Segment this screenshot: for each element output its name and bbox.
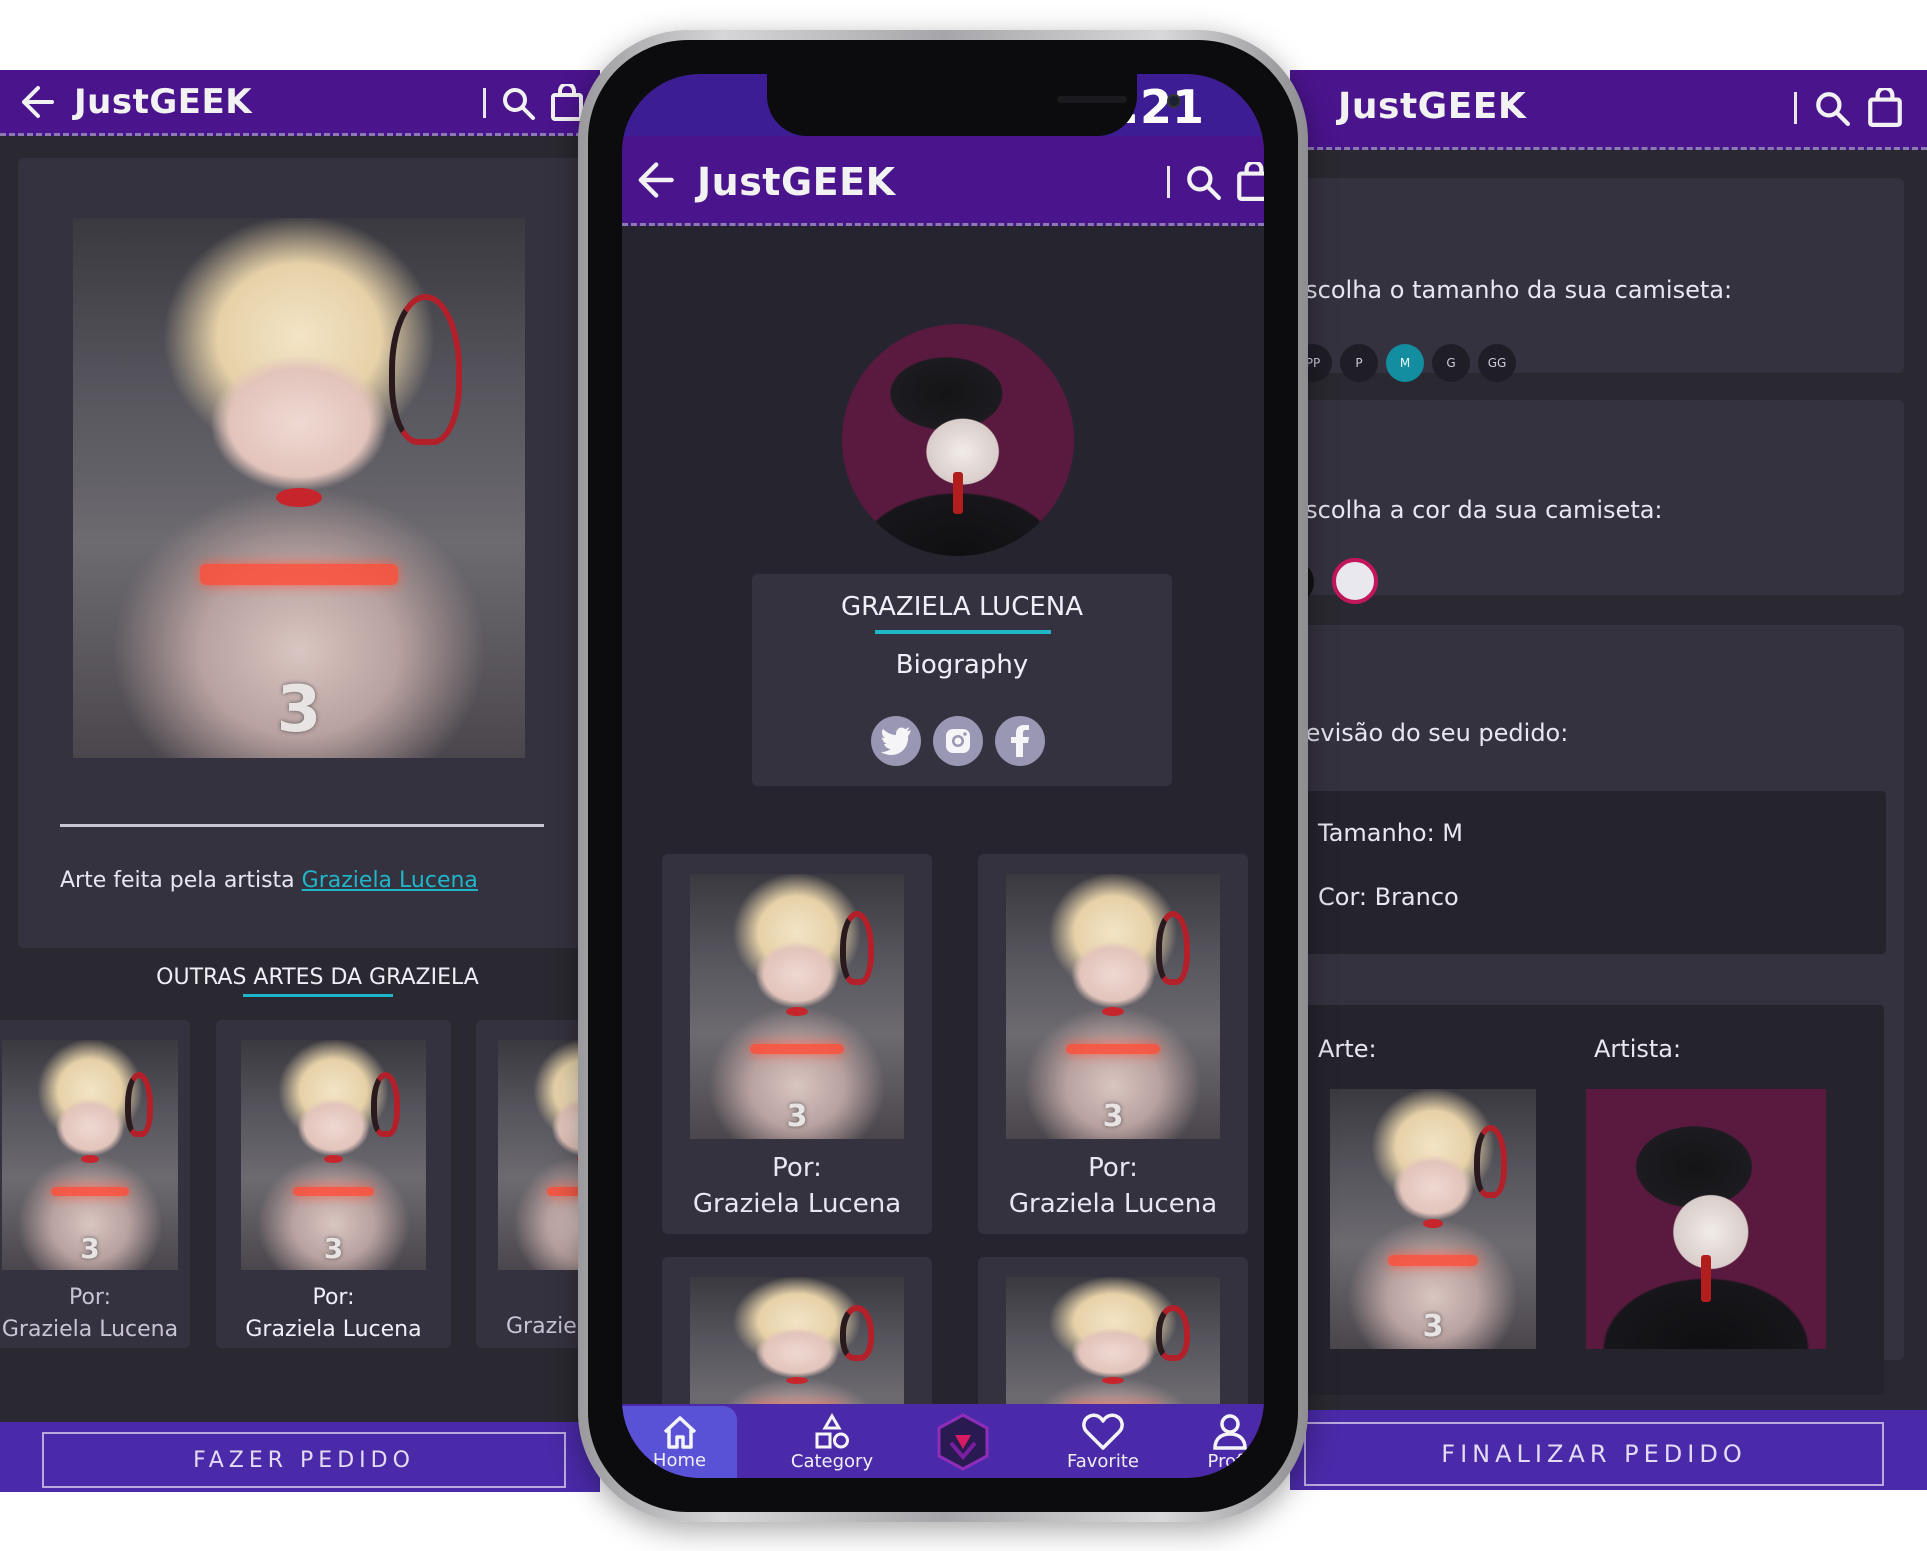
nav-home-label: Home <box>652 1449 707 1471</box>
grid-art-card-2[interactable]: 3 Por: Graziela Lucena <box>978 854 1248 1234</box>
finish-order-button[interactable]: FINALIZAR PEDIDO <box>1304 1422 1884 1486</box>
grid-art-thumbnail: 3 <box>690 874 904 1139</box>
art-label: Arte: <box>1318 1035 1377 1063</box>
color-title: Escolha a cor da sua camiseta: <box>1290 496 1663 524</box>
speaker-grille <box>1057 96 1127 103</box>
size-title: Escolha o tamanho da sua camiseta: <box>1290 276 1733 304</box>
brand-logo: JustGEEK <box>1338 86 1527 127</box>
size-option-m[interactable]: M <box>1386 344 1424 382</box>
size-selector-card: Escolha o tamanho da sua camiseta: PP P … <box>1290 178 1904 382</box>
right-header: JustGEEK <box>1290 70 1927 150</box>
review-summary-box: Tamanho: M Cor: Branco <box>1302 791 1886 954</box>
artist-credit: Arte feita pela artista Graziela Lucena <box>60 868 478 893</box>
phone-mockup: 21:21 JustGEEK <box>578 30 1308 1522</box>
artist-name: GRAZIELA LUCENA <box>840 592 1084 622</box>
header-divider <box>1167 166 1170 198</box>
search-icon[interactable] <box>1813 89 1851 127</box>
twitter-icon[interactable] <box>871 716 921 766</box>
nav-category[interactable]: Category <box>767 1406 897 1478</box>
grid-art-card-1[interactable]: 3 Por: Graziela Lucena <box>662 854 932 1234</box>
summary-color: Cor: Branco <box>1318 883 1459 911</box>
section-title: OUTRAS ARTES DA GRAZIELA <box>0 965 600 997</box>
grid-card-artist: Graziela Lucena <box>1008 1189 1218 1219</box>
art-number: 3 <box>276 673 322 748</box>
front-camera <box>1167 94 1181 108</box>
search-icon[interactable] <box>1184 163 1222 201</box>
shopping-bag-icon[interactable] <box>550 84 584 122</box>
shopping-bag-icon[interactable] <box>1867 88 1903 128</box>
review-artist-image <box>1586 1089 1826 1349</box>
back-arrow-icon[interactable] <box>16 82 56 122</box>
heart-icon <box>1082 1412 1124 1450</box>
nav-favorite[interactable]: Favorite <box>1038 1406 1168 1478</box>
shopping-bag-icon[interactable] <box>1236 162 1264 202</box>
divider-line <box>60 824 544 827</box>
header-divider <box>1794 92 1797 124</box>
size-option-g[interactable]: G <box>1432 344 1470 382</box>
phone-bezel: 21:21 JustGEEK <box>588 40 1298 1512</box>
review-art-image: 3 <box>1330 1089 1536 1349</box>
artist-profile-card: GRAZIELA LUCENA Biography <box>752 574 1172 786</box>
nav-category-label: Category <box>790 1450 874 1472</box>
brand-logo: JustGEEK <box>697 160 896 204</box>
art-card-artist: Grazie <box>506 1314 577 1339</box>
section-underline <box>242 994 393 997</box>
art-card-prefix: Por: <box>68 1285 111 1310</box>
header-divider <box>483 88 486 118</box>
art-card-1[interactable]: 3 Por: Graziela Lucena <box>0 1020 190 1348</box>
grid-card-prefix: Por: <box>772 1153 822 1183</box>
art-card-prefix: Por: <box>312 1285 355 1310</box>
nav-favorite-label: Favorite <box>1067 1450 1139 1472</box>
grid-card-artist: Graziela Lucena <box>692 1189 902 1219</box>
color-selector-card: Escolha a cor da sua camiseta: <box>1290 400 1904 604</box>
grid-art-thumbnail: 3 <box>1006 874 1220 1139</box>
review-title: Revisão do seu pedido: <box>1290 719 1569 747</box>
facebook-icon[interactable] <box>995 716 1045 766</box>
main-artwork-image[interactable]: 3 <box>73 218 525 758</box>
artist-label: Artista: <box>1594 1035 1682 1063</box>
art-detail-card: 3 Arte feita pela artista Graziela Lucen… <box>18 158 588 948</box>
size-options: PP P M G GG <box>1294 344 1516 382</box>
instagram-icon[interactable] <box>933 716 983 766</box>
artist-avatar <box>842 324 1074 556</box>
nav-center-logo[interactable] <box>898 1406 1028 1478</box>
art-card-thumbnail: 3 <box>241 1040 426 1270</box>
review-preview-box: Arte: Artista: 3 <box>1302 1005 1884 1395</box>
social-links <box>871 716 1045 766</box>
art-card-artist: Graziela Lucena <box>245 1317 422 1342</box>
nav-home[interactable]: Home <box>622 1406 737 1478</box>
size-option-gg[interactable]: GG <box>1478 344 1516 382</box>
phone-notch <box>767 74 1181 136</box>
place-order-button[interactable]: FAZER PEDIDO <box>42 1432 566 1488</box>
user-icon <box>1213 1413 1247 1450</box>
artist-credit-link[interactable]: Graziela Lucena <box>302 868 478 893</box>
app-logo-icon <box>937 1413 989 1471</box>
right-screen: JustGEEK Escolha o tamanho da sua camise… <box>1290 70 1927 1490</box>
biography-link[interactable]: Biography <box>752 650 1172 680</box>
color-swatch-white[interactable] <box>1332 558 1378 604</box>
brand-logo: JustGEEK <box>74 82 253 122</box>
art-card-2[interactable]: 3 Por: Graziela Lucena <box>216 1020 451 1348</box>
grid-card-prefix: Por: <box>1088 1153 1138 1183</box>
category-shapes-icon <box>815 1412 849 1448</box>
phone-screen: 21:21 JustGEEK <box>622 74 1264 1478</box>
left-header: JustGEEK <box>0 70 600 136</box>
art-card-thumbnail: 3 <box>2 1040 178 1270</box>
bottom-navigation: Home Category Favorite Profil <box>622 1404 1264 1478</box>
size-option-p[interactable]: P <box>1340 344 1378 382</box>
phone-header: JustGEEK <box>622 136 1264 226</box>
left-screen: JustGEEK 3 Arte feita pela artista Grazi… <box>0 70 600 1492</box>
artist-name-underline <box>875 630 1051 634</box>
order-review-card: Revisão do seu pedido: Tamanho: M Cor: B… <box>1290 625 1904 1395</box>
search-icon[interactable] <box>500 85 536 121</box>
summary-size: Tamanho: M <box>1318 819 1464 847</box>
home-icon <box>663 1415 696 1449</box>
artist-credit-text: Arte feita pela artista <box>60 868 295 893</box>
nav-profile[interactable]: Profil <box>1170 1406 1264 1478</box>
art-card-artist: Graziela Lucena <box>1 1317 179 1342</box>
back-arrow-icon[interactable] <box>632 158 676 202</box>
nav-profile-label: Profil <box>1207 1450 1253 1472</box>
